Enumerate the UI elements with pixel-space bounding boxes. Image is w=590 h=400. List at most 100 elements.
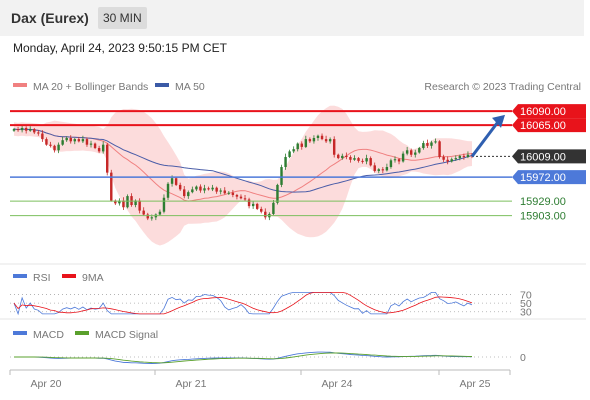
- candle: [288, 149, 291, 159]
- level-label: 15972.00: [520, 172, 566, 184]
- macd-legend-label: MACD: [33, 329, 64, 341]
- candle-body: [227, 192, 231, 194]
- macd-signal-line: [14, 352, 473, 364]
- rsi-level-label: 30: [520, 307, 532, 319]
- candle-body: [353, 158, 356, 160]
- candle-body: [24, 127, 28, 131]
- rsi-ma-legend-label: 9MA: [82, 272, 104, 284]
- candle-body: [251, 203, 255, 207]
- candle-body: [450, 159, 453, 162]
- candle-body: [414, 152, 417, 155]
- candle-body: [243, 198, 247, 200]
- candle-body: [442, 156, 445, 160]
- candle-body: [166, 183, 170, 198]
- candle: [110, 169, 113, 202]
- candle-body: [223, 190, 226, 194]
- time-tick-label: Apr 21: [176, 378, 207, 390]
- candle-body: [324, 139, 328, 142]
- candle-body: [280, 167, 283, 185]
- candle-body: [389, 160, 393, 168]
- ma50-legend-label: MA 50: [175, 81, 205, 93]
- candle-body: [106, 144, 109, 173]
- candle-body: [69, 137, 72, 142]
- candle-body: [191, 189, 194, 193]
- candle-body: [41, 133, 44, 140]
- candle-body: [260, 208, 263, 212]
- candle-body: [77, 139, 81, 142]
- candle-body: [235, 194, 239, 197]
- time-tick-label: Apr 25: [460, 378, 491, 390]
- candle-body: [81, 139, 85, 142]
- rsi-legend-label: RSI: [33, 272, 51, 284]
- candle-body: [93, 143, 97, 149]
- main-panel: [12, 105, 474, 246]
- candle-body: [422, 143, 425, 149]
- candle-body: [16, 129, 20, 131]
- candle-body: [434, 141, 437, 143]
- candle-body: [397, 159, 401, 162]
- level-label: 16090.00: [520, 106, 566, 118]
- time-axis-ticks: Apr 20 Apr 21 Apr 24 Apr 25: [9, 370, 511, 390]
- candle-body: [292, 149, 295, 152]
- candle-body: [328, 139, 332, 142]
- candle: [166, 182, 170, 200]
- candle-body: [381, 169, 385, 171]
- candle-body: [255, 203, 259, 209]
- bollinger-band: [14, 105, 472, 246]
- candle-body: [97, 148, 101, 152]
- candle-body: [142, 210, 145, 215]
- candle-body: [65, 137, 68, 141]
- candle: [114, 199, 117, 206]
- candle-body: [219, 190, 222, 192]
- candle-body: [231, 192, 235, 195]
- candle-body: [288, 151, 291, 157]
- candle-body: [162, 197, 166, 212]
- candle-body: [357, 158, 360, 161]
- candle-body: [211, 187, 214, 190]
- candle-body: [276, 184, 279, 203]
- candle-body: [320, 135, 324, 140]
- level-label: 16009.00: [520, 151, 566, 163]
- time-tick-label: Apr 24: [322, 378, 353, 390]
- candle-body: [61, 140, 64, 145]
- candle-body: [126, 196, 129, 208]
- candle-body: [57, 144, 60, 151]
- candle-body: [73, 139, 77, 142]
- candle-body: [33, 129, 36, 133]
- candle-body: [369, 158, 372, 166]
- candle-body: [150, 217, 154, 219]
- candle: [280, 164, 283, 188]
- candle-body: [130, 196, 133, 206]
- candle-body: [203, 188, 206, 191]
- candle: [438, 140, 441, 159]
- candle: [174, 177, 178, 187]
- macd-legend-swatch: [13, 331, 27, 335]
- price-chart: MA 20 + Bollinger Bands MA 50 Research ©…: [0, 81, 586, 390]
- candle-body: [365, 158, 368, 162]
- candle-body: [45, 139, 48, 145]
- time-tick-label: Apr 20: [31, 378, 62, 390]
- macd-zero-label: 0: [520, 352, 526, 364]
- candle-body: [312, 137, 316, 142]
- candle-body: [454, 158, 458, 160]
- candle-body: [341, 155, 344, 159]
- candle-body: [264, 211, 267, 218]
- candle-body: [239, 196, 243, 199]
- candle-body: [207, 188, 210, 190]
- candle-body: [53, 145, 56, 151]
- candle-body: [373, 165, 376, 171]
- bb-legend-swatch: [13, 83, 27, 87]
- candle-body: [409, 150, 413, 155]
- candle-body: [446, 159, 449, 162]
- candle-body: [300, 143, 303, 147]
- candle-body: [405, 150, 409, 154]
- candle-body: [20, 127, 24, 131]
- candle-body: [304, 139, 308, 147]
- candle-body: [178, 184, 182, 190]
- rsi-ma-legend-swatch: [62, 274, 76, 278]
- candle-body: [385, 167, 389, 171]
- candle-body: [37, 132, 40, 134]
- candle-body: [458, 155, 462, 159]
- candle-body: [28, 129, 32, 131]
- candle-body: [308, 139, 312, 142]
